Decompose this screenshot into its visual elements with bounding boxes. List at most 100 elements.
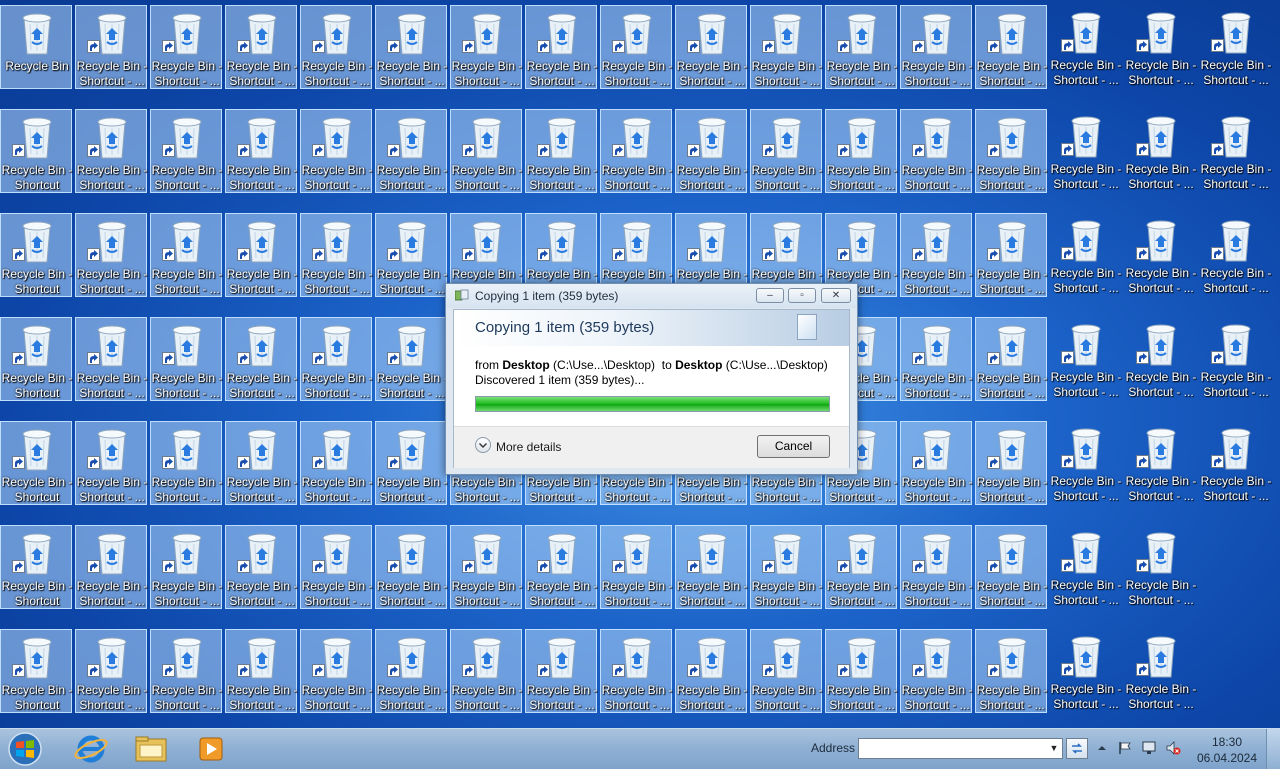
recycle-bin-shortcut-icon[interactable]: Recycle Bin -Shortcut - ...	[900, 213, 972, 297]
internet-explorer-icon[interactable]	[68, 731, 114, 767]
recycle-bin-shortcut-icon[interactable]: Recycle Bin -Shortcut - ...	[225, 317, 297, 401]
recycle-bin-shortcut-icon[interactable]: Recycle Bin -Shortcut - ...	[225, 629, 297, 713]
recycle-bin-shortcut-icon[interactable]: Recycle Bin -Shortcut - ...	[1200, 317, 1272, 401]
media-player-icon[interactable]	[188, 731, 234, 767]
recycle-bin-shortcut-icon[interactable]: Recycle Bin -Shortcut - ...	[450, 5, 522, 89]
recycle-bin-shortcut-icon[interactable]: Recycle Bin -Shortcut - ...	[1125, 109, 1197, 193]
recycle-bin-shortcut-icon[interactable]: Recycle Bin -Shortcut - ...	[600, 629, 672, 713]
recycle-bin-icon[interactable]: Recycle Bin	[0, 5, 72, 89]
recycle-bin-shortcut-icon[interactable]: Recycle Bin -Shortcut - ...	[525, 525, 597, 609]
recycle-bin-shortcut-icon[interactable]: Recycle Bin -Shortcut - ...	[225, 109, 297, 193]
start-button[interactable]	[5, 732, 45, 766]
recycle-bin-shortcut-icon[interactable]: Recycle Bin -Shortcut - ...	[150, 525, 222, 609]
recycle-bin-shortcut-icon[interactable]: Recycle Bin -Shortcut - ...	[225, 213, 297, 297]
recycle-bin-shortcut-icon[interactable]: Recycle Bin -Shortcut - ...	[1125, 629, 1197, 713]
recycle-bin-shortcut-icon[interactable]: Recycle Bin -Shortcut - ...	[375, 5, 447, 89]
recycle-bin-shortcut-icon[interactable]: Recycle Bin -Shortcut - ...	[975, 525, 1047, 609]
recycle-bin-shortcut-icon[interactable]: Recycle Bin -Shortcut - ...	[1050, 213, 1122, 297]
recycle-bin-shortcut-icon[interactable]: Recycle Bin -Shortcut - ...	[675, 525, 747, 609]
recycle-bin-shortcut-icon[interactable]: Recycle Bin -Shortcut - ...	[1125, 525, 1197, 609]
recycle-bin-shortcut-icon[interactable]: Recycle Bin -Shortcut - ...	[975, 5, 1047, 89]
recycle-bin-shortcut-icon[interactable]: Recycle Bin -Shortcut - ...	[450, 525, 522, 609]
recycle-bin-shortcut-icon[interactable]: Recycle Bin -Shortcut - ...	[750, 525, 822, 609]
recycle-bin-shortcut-icon[interactable]: Recycle Bin -Shortcut - ...	[825, 5, 897, 89]
recycle-bin-shortcut-icon[interactable]: Recycle Bin -Shortcut - ...	[75, 109, 147, 193]
recycle-bin-shortcut-icon[interactable]: Recycle Bin -Shortcut - ...	[225, 421, 297, 505]
recycle-bin-shortcut-icon[interactable]: Recycle Bin -Shortcut - ...	[225, 5, 297, 89]
recycle-bin-shortcut-icon[interactable]: Recycle Bin -Shortcut - ...	[900, 317, 972, 401]
recycle-bin-shortcut-icon[interactable]: Recycle Bin -Shortcut - ...	[1125, 317, 1197, 401]
recycle-bin-shortcut-icon[interactable]: Recycle Bin - Shortcut	[0, 525, 72, 609]
address-dropdown-icon[interactable]: ▼	[1046, 739, 1062, 758]
more-details-link[interactable]: More details	[496, 440, 561, 454]
recycle-bin-shortcut-icon[interactable]: Recycle Bin -Shortcut - ...	[825, 109, 897, 193]
recycle-bin-shortcut-icon[interactable]: Recycle Bin -Shortcut - ...	[525, 5, 597, 89]
recycle-bin-shortcut-icon[interactable]: Recycle Bin -Shortcut - ...	[1050, 629, 1122, 713]
recycle-bin-shortcut-icon[interactable]: Recycle Bin -Shortcut - ...	[150, 421, 222, 505]
recycle-bin-shortcut-icon[interactable]: Recycle Bin -Shortcut - ...	[150, 629, 222, 713]
recycle-bin-shortcut-icon[interactable]: Recycle Bin - Shortcut	[0, 109, 72, 193]
recycle-bin-shortcut-icon[interactable]: Recycle Bin -Shortcut - ...	[675, 109, 747, 193]
recycle-bin-shortcut-icon[interactable]: Recycle Bin -Shortcut - ...	[975, 317, 1047, 401]
recycle-bin-shortcut-icon[interactable]: Recycle Bin -Shortcut - ...	[1050, 421, 1122, 505]
recycle-bin-shortcut-icon[interactable]: Recycle Bin -Shortcut - ...	[450, 109, 522, 193]
recycle-bin-shortcut-icon[interactable]: Recycle Bin -Shortcut - ...	[1050, 525, 1122, 609]
recycle-bin-shortcut-icon[interactable]: Recycle Bin -Shortcut - ...	[975, 109, 1047, 193]
recycle-bin-shortcut-icon[interactable]: Recycle Bin - Shortcut	[0, 213, 72, 297]
recycle-bin-shortcut-icon[interactable]: Recycle Bin -Shortcut - ...	[1050, 109, 1122, 193]
recycle-bin-shortcut-icon[interactable]: Recycle Bin -Shortcut - ...	[375, 213, 447, 297]
from-name[interactable]: Desktop	[502, 358, 549, 372]
recycle-bin-shortcut-icon[interactable]: Recycle Bin -Shortcut - ...	[225, 525, 297, 609]
expand-chevron-icon[interactable]	[475, 437, 491, 453]
cancel-button[interactable]: Cancel	[757, 435, 830, 458]
recycle-bin-shortcut-icon[interactable]: Recycle Bin -Shortcut - ...	[675, 5, 747, 89]
recycle-bin-shortcut-icon[interactable]: Recycle Bin -Shortcut - ...	[150, 213, 222, 297]
recycle-bin-shortcut-icon[interactable]: Recycle Bin -Shortcut - ...	[375, 525, 447, 609]
recycle-bin-shortcut-icon[interactable]: Recycle Bin -Shortcut - ...	[900, 5, 972, 89]
dialog-titlebar[interactable]: Copying 1 item (359 bytes) – ▫ ✕	[446, 284, 857, 308]
recycle-bin-shortcut-icon[interactable]: Recycle Bin -Shortcut - ...	[1125, 421, 1197, 505]
recycle-bin-shortcut-icon[interactable]: Recycle Bin -Shortcut - ...	[825, 629, 897, 713]
recycle-bin-shortcut-icon[interactable]: Recycle Bin -Shortcut - ...	[1050, 317, 1122, 401]
recycle-bin-shortcut-icon[interactable]: Recycle Bin -Shortcut - ...	[1200, 421, 1272, 505]
recycle-bin-shortcut-icon[interactable]: Recycle Bin -Shortcut - ...	[375, 317, 447, 401]
recycle-bin-shortcut-icon[interactable]: Recycle Bin -Shortcut - ...	[1050, 5, 1122, 89]
minimize-button[interactable]: –	[756, 288, 784, 303]
recycle-bin-shortcut-icon[interactable]: Recycle Bin -Shortcut - ...	[900, 421, 972, 505]
recycle-bin-shortcut-icon[interactable]: Recycle Bin -Shortcut - ...	[900, 109, 972, 193]
recycle-bin-shortcut-icon[interactable]: Recycle Bin -Shortcut - ...	[975, 421, 1047, 505]
recycle-bin-shortcut-icon[interactable]: Recycle Bin -Shortcut - ...	[150, 317, 222, 401]
recycle-bin-shortcut-icon[interactable]: Recycle Bin -Shortcut - ...	[300, 317, 372, 401]
recycle-bin-shortcut-icon[interactable]: Recycle Bin -Shortcut - ...	[900, 525, 972, 609]
recycle-bin-shortcut-icon[interactable]: Recycle Bin -Shortcut - ...	[300, 5, 372, 89]
recycle-bin-shortcut-icon[interactable]: Recycle Bin -Shortcut - ...	[750, 629, 822, 713]
recycle-bin-shortcut-icon[interactable]: Recycle Bin -Shortcut - ...	[75, 421, 147, 505]
recycle-bin-shortcut-icon[interactable]: Recycle Bin -Shortcut - ...	[675, 629, 747, 713]
recycle-bin-shortcut-icon[interactable]: Recycle Bin -Shortcut - ...	[1200, 109, 1272, 193]
recycle-bin-shortcut-icon[interactable]: Recycle Bin - Shortcut	[0, 629, 72, 713]
recycle-bin-shortcut-icon[interactable]: Recycle Bin -Shortcut - ...	[300, 213, 372, 297]
recycle-bin-shortcut-icon[interactable]: Recycle Bin -Shortcut - ...	[750, 109, 822, 193]
recycle-bin-shortcut-icon[interactable]: Recycle Bin -Shortcut - ...	[1125, 5, 1197, 89]
address-input[interactable]	[858, 738, 1063, 759]
recycle-bin-shortcut-icon[interactable]: Recycle Bin -Shortcut - ...	[600, 525, 672, 609]
recycle-bin-shortcut-icon[interactable]: Recycle Bin -Shortcut - ...	[1200, 213, 1272, 297]
recycle-bin-shortcut-icon[interactable]: Recycle Bin -Shortcut - ...	[75, 5, 147, 89]
recycle-bin-shortcut-icon[interactable]: Recycle Bin - Shortcut	[0, 421, 72, 505]
recycle-bin-shortcut-icon[interactable]: Recycle Bin -Shortcut - ...	[525, 629, 597, 713]
recycle-bin-shortcut-icon[interactable]: Recycle Bin -Shortcut - ...	[300, 109, 372, 193]
recycle-bin-shortcut-icon[interactable]: Recycle Bin -Shortcut - ...	[750, 5, 822, 89]
recycle-bin-shortcut-icon[interactable]: Recycle Bin -Shortcut - ...	[450, 629, 522, 713]
recycle-bin-shortcut-icon[interactable]: Recycle Bin -Shortcut - ...	[375, 629, 447, 713]
recycle-bin-shortcut-icon[interactable]: Recycle Bin - Shortcut	[0, 317, 72, 401]
address-go-button[interactable]	[1066, 738, 1088, 759]
recycle-bin-shortcut-icon[interactable]: Recycle Bin -Shortcut - ...	[75, 317, 147, 401]
network-icon[interactable]	[1141, 740, 1157, 756]
to-name[interactable]: Desktop	[675, 358, 722, 372]
recycle-bin-shortcut-icon[interactable]: Recycle Bin -Shortcut - ...	[300, 525, 372, 609]
recycle-bin-shortcut-icon[interactable]: Recycle Bin -Shortcut - ...	[75, 629, 147, 713]
action-center-flag-icon[interactable]	[1117, 740, 1133, 756]
recycle-bin-shortcut-icon[interactable]: Recycle Bin -Shortcut - ...	[150, 109, 222, 193]
recycle-bin-shortcut-icon[interactable]: Recycle Bin -Shortcut - ...	[600, 109, 672, 193]
maximize-button[interactable]: ▫	[788, 288, 816, 303]
